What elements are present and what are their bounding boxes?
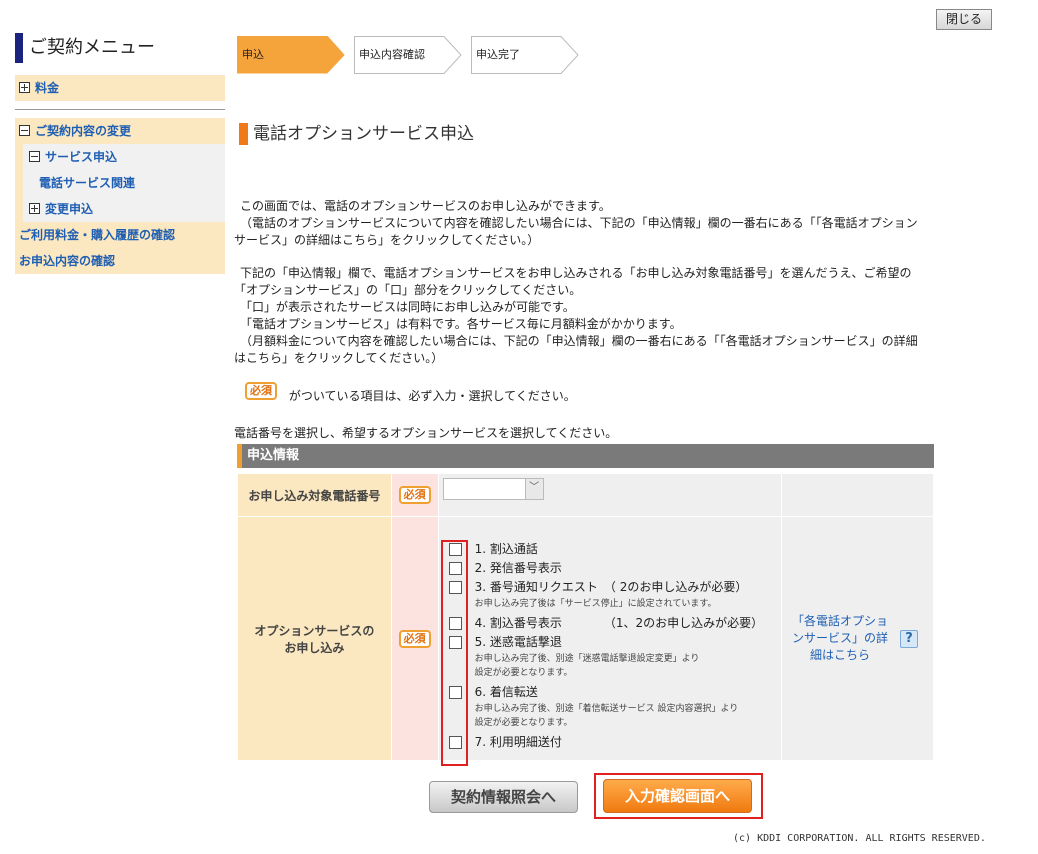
option-item[interactable]: 1. 割込通話	[439, 540, 781, 559]
required-badge: 必須	[245, 382, 277, 400]
sidebar-item-label: ご契約内容の変更	[35, 124, 132, 138]
option-note: お申し込み完了後は「サービス停止」に設定されています。	[474, 598, 717, 609]
option-checkbox[interactable]	[448, 580, 462, 594]
sidebar: ご契約メニュー 料金 ご契約内容の変更 サービス申込 電話サービス関連 変更申込…	[15, 33, 225, 274]
option-item[interactable]: 4. 割込番号表示 （1、2のお申し込みが必要）	[439, 614, 781, 633]
menu-title: ご契約メニュー	[15, 33, 225, 65]
option-checkbox[interactable]	[448, 542, 462, 556]
collapse-minus-icon[interactable]	[19, 125, 30, 136]
sidebar-item-contract-change[interactable]: ご契約内容の変更	[15, 118, 225, 144]
options-row: オプションサービスの お申し込み 必須 1. 割込通話 2. 発信番号表示 3.…	[237, 516, 934, 766]
option-note: お申し込み完了後、別途「着信転送サービス 設定内容選択」より	[474, 703, 739, 714]
intro-paragraph-2: 下記の「申込情報」欄で、電話オプションサービスをお申し込みされる「お申し込み対象…	[234, 266, 918, 365]
phone-extra-cell	[781, 473, 934, 517]
collapse-minus-icon[interactable]	[29, 151, 40, 162]
step-confirm: 申込内容確認	[354, 36, 462, 74]
sidebar-item-label: 変更申込	[45, 202, 94, 216]
help-icon[interactable]: ?	[900, 629, 919, 648]
sidebar-item-change-apply[interactable]: 変更申込	[23, 196, 225, 222]
option-item[interactable]: 7. 利用明細送付	[439, 733, 781, 752]
phone-required-cell: 必須	[390, 473, 439, 517]
sidebar-item-fees[interactable]: 料金	[15, 75, 225, 101]
close-button[interactable]: 閉じる	[936, 9, 992, 30]
option-item[interactable]: 2. 発信番号表示	[439, 559, 781, 578]
confirm-button[interactable]: 入力確認画面へ	[603, 779, 752, 813]
options-cell: 1. 割込通話 2. 発信番号表示 3. 番号通知リクエスト （ 2のお申し込み…	[437, 516, 783, 766]
option-checkbox[interactable]	[448, 735, 462, 749]
option-checkbox[interactable]	[448, 635, 462, 649]
options-detail-cell: 「各電話オプションサービス」の詳細はこちら?	[781, 516, 934, 761]
options-detail-link[interactable]: 「各電話オプションサービス」の詳細はこちら	[790, 613, 890, 664]
step-complete: 申込完了	[471, 36, 579, 74]
expand-plus-icon[interactable]	[19, 82, 30, 93]
sidebar-item-label: サービス申込	[45, 150, 118, 164]
sidebar-item-label: 料金	[35, 81, 60, 95]
option-checkbox[interactable]	[448, 685, 462, 699]
step-apply: 申込	[237, 36, 345, 74]
option-note: 設定が必要となります。	[474, 667, 573, 678]
option-item[interactable]: 5. 迷惑電話撃退	[439, 633, 781, 652]
application-table: お申し込み対象電話番号 必須 ﹀ オプションサービスの お申し込み 必須 1. …	[237, 473, 934, 766]
required-note: 必須 がついている項目は、必ず入力・選択してください。	[234, 382, 934, 403]
phone-number-select[interactable]: ﹀	[442, 478, 544, 500]
sidebar-item-service-apply[interactable]: サービス申込	[23, 144, 225, 170]
options-label: オプションサービスの お申し込み	[237, 516, 392, 761]
form-section-header: 申込情報	[237, 444, 934, 468]
sidebar-item-usage-history[interactable]: ご利用料金・購入履歴の確認	[15, 222, 225, 248]
sidebar-divider	[15, 109, 225, 110]
sidebar-item-application-check[interactable]: お申込内容の確認	[15, 248, 225, 274]
option-checkbox[interactable]	[448, 616, 462, 630]
required-badge: 必須	[398, 629, 431, 648]
option-item[interactable]: 6. 着信転送	[439, 683, 781, 702]
page-title: 電話オプションサービス申込	[239, 121, 474, 147]
option-note: お申し込み完了後、別途「迷惑電話撃退設定変更」より	[474, 653, 700, 664]
option-checkbox[interactable]	[448, 561, 462, 575]
copyright: (c) KDDI CORPORATION. ALL RIGHTS RESERVE…	[733, 833, 986, 844]
phone-number-row: お申し込み対象電話番号 必須 ﹀	[237, 473, 934, 517]
chevron-down-icon[interactable]: ﹀	[524, 479, 543, 499]
contract-info-button[interactable]: 契約情報照会へ	[429, 781, 578, 813]
option-note: 設定が必要となります。	[474, 717, 573, 728]
application-form: 申込情報 お申し込み対象電話番号 必須 ﹀ オプションサービスの お申し込み 必…	[237, 444, 934, 766]
intro-paragraph-1: この画面では、電話のオプションサービスのお申し込みができます。 （電話のオプショ…	[234, 199, 918, 247]
option-item[interactable]: 3. 番号通知リクエスト （ 2のお申し込みが必要）	[439, 578, 781, 597]
options-required-cell: 必須	[390, 516, 439, 761]
phone-number-cell: ﹀	[437, 473, 783, 517]
sidebar-submenu: サービス申込 電話サービス関連 変更申込	[15, 144, 225, 222]
phone-number-label: お申し込み対象電話番号	[237, 473, 392, 517]
required-badge: 必須	[398, 486, 431, 504]
sidebar-item-phone-services[interactable]: 電話サービス関連	[23, 170, 225, 196]
select-instruction: 電話番号を選択し、希望するオプションサービスを選択してください。	[234, 426, 618, 440]
expand-plus-icon[interactable]	[29, 203, 40, 214]
option-list: 1. 割込通話 2. 発信番号表示 3. 番号通知リクエスト （ 2のお申し込み…	[439, 522, 781, 766]
